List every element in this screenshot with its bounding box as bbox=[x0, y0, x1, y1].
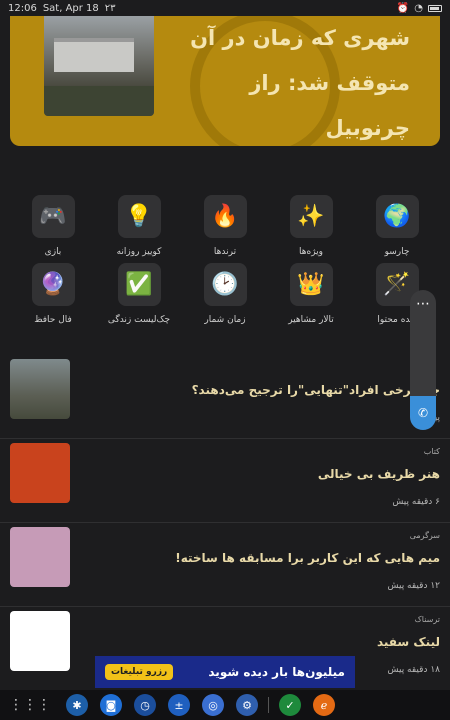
tile-label: ترندها bbox=[213, 247, 237, 257]
crystal-ball-icon: 🔮 bbox=[31, 263, 75, 306]
ad-text: میلیون‌ها بار دیده شوید bbox=[208, 665, 345, 679]
tile-featured[interactable]: ✨ ویژه‌ها bbox=[276, 195, 346, 260]
article-title: میم هایی که این کاربر برا مسابقه ها ساخت… bbox=[175, 551, 440, 565]
tile-label: تالار مشاهیر bbox=[288, 315, 334, 325]
wifi-icon: ◔ bbox=[414, 2, 423, 14]
taskbar: ⋮⋮⋮ ✱ ◙ ◷ ± ◎ ⚙ ✓ ℯ bbox=[0, 690, 450, 720]
article-thumbnail bbox=[10, 443, 70, 503]
tile-hafez[interactable]: 🔮 فال حافظ bbox=[18, 263, 88, 328]
tile-label: کوییز روزانه bbox=[116, 247, 162, 257]
tile-label: فال حافظ bbox=[34, 315, 72, 325]
tile-label: زمان شمار bbox=[204, 315, 246, 325]
ad-banner[interactable]: میلیون‌ها بار دیده شوید رزرو تبلیغات bbox=[95, 656, 355, 688]
tile-daily-quiz[interactable]: 💡 کوییز روزانه bbox=[104, 195, 174, 260]
tile-label: بازی bbox=[44, 247, 62, 257]
tile-life-checklist[interactable]: ✅ چک‌لیست زندگی bbox=[104, 263, 174, 328]
camera-app-icon[interactable]: ◙ bbox=[100, 694, 122, 716]
featured-banner[interactable]: شهری که زمان در آن متوقف شد: راز چرنوبیل bbox=[10, 16, 440, 146]
featured-title: شهری که زمان در آن متوقف شد: راز چرنوبیل bbox=[190, 26, 410, 140]
crown-icon: 👑 bbox=[289, 263, 333, 306]
flower-app-icon[interactable]: ✱ bbox=[66, 694, 88, 716]
sparkles-icon: ✨ bbox=[289, 195, 333, 238]
clock-icon: 🕑 bbox=[203, 263, 247, 306]
shield-app-icon[interactable]: ✓ bbox=[279, 694, 301, 716]
gamepad-icon: 🎮 bbox=[31, 195, 75, 238]
tile-game[interactable]: 🎮 بازی bbox=[18, 195, 88, 260]
date-text: Sat, Apr 18 bbox=[42, 2, 99, 14]
list-item[interactable]: سرگرمی میم هایی که این کاربر برا مسابقه … bbox=[0, 523, 450, 607]
article-category: سرگرمی bbox=[409, 531, 440, 540]
more-options-icon[interactable]: ⋯ bbox=[410, 296, 436, 312]
tile-charsoo[interactable]: 🌍 چارسو bbox=[362, 195, 432, 260]
article-category: ترسناک bbox=[414, 615, 440, 624]
tile-label: ویژه‌ها bbox=[298, 247, 324, 257]
clock-text: 12:06 bbox=[8, 2, 37, 14]
list-item[interactable]: چرا برخی افراد"تنهایی"را ترجیح می‌دهند؟ … bbox=[0, 355, 450, 439]
article-thumbnail bbox=[10, 527, 70, 587]
article-thumbnail bbox=[10, 611, 70, 671]
current-app-icon[interactable]: ℯ bbox=[313, 694, 335, 716]
list-item[interactable]: کتاب هنر ظریف بی خیالی ۶ دقیقه پیش bbox=[0, 439, 450, 523]
phone-icon[interactable]: ✆ bbox=[410, 396, 436, 430]
article-title: هنر ظریف بی خیالی bbox=[317, 467, 440, 481]
tile-label: چک‌لیست زندگی bbox=[107, 315, 171, 325]
article-time: ۶ دقیقه پیش bbox=[392, 497, 440, 507]
alarm-icon: ⏰ bbox=[396, 2, 410, 14]
checklist-icon: ✅ bbox=[117, 263, 161, 306]
bulb-icon: 💡 bbox=[117, 195, 161, 238]
battery-icon bbox=[428, 4, 442, 12]
article-time: ۱۸ دقیقه پیش bbox=[387, 665, 441, 675]
taskbar-divider bbox=[268, 697, 269, 713]
globe-icon: 🌍 bbox=[375, 195, 419, 238]
chrome-app-icon[interactable]: ◎ bbox=[202, 694, 224, 716]
article-thumbnail bbox=[10, 359, 70, 419]
settings-app-icon[interactable]: ⚙ bbox=[236, 694, 258, 716]
article-title: چرا برخی افراد"تنهایی"را ترجیح می‌دهند؟ bbox=[191, 383, 440, 397]
featured-image bbox=[44, 16, 154, 116]
calculator-app-icon[interactable]: ± bbox=[168, 694, 190, 716]
tile-hall-of-fame[interactable]: 👑 تالار مشاهیر bbox=[276, 263, 346, 328]
tile-trends[interactable]: 🔥 ترندها bbox=[190, 195, 260, 260]
article-time: ۱۲ دقیقه پیش bbox=[387, 581, 441, 591]
notification-count: ۲۳ bbox=[104, 2, 116, 14]
tile-countdown[interactable]: 🕑 زمان شمار bbox=[190, 263, 260, 328]
clock-app-icon[interactable]: ◷ bbox=[134, 694, 156, 716]
article-title: لینک سفید bbox=[376, 635, 440, 649]
floating-call-widget[interactable]: ⋯ ✆ bbox=[410, 290, 436, 430]
ad-cta-button[interactable]: رزرو تبلیغات bbox=[105, 664, 174, 680]
app-drawer-icon[interactable]: ⋮⋮⋮ bbox=[0, 697, 60, 713]
status-bar: 12:06 Sat, Apr 18 ۲۳ ⏰ ◔ bbox=[0, 0, 450, 16]
tile-label: چارسو bbox=[384, 247, 410, 257]
article-category: کتاب bbox=[423, 447, 440, 456]
fire-icon: 🔥 bbox=[203, 195, 247, 238]
